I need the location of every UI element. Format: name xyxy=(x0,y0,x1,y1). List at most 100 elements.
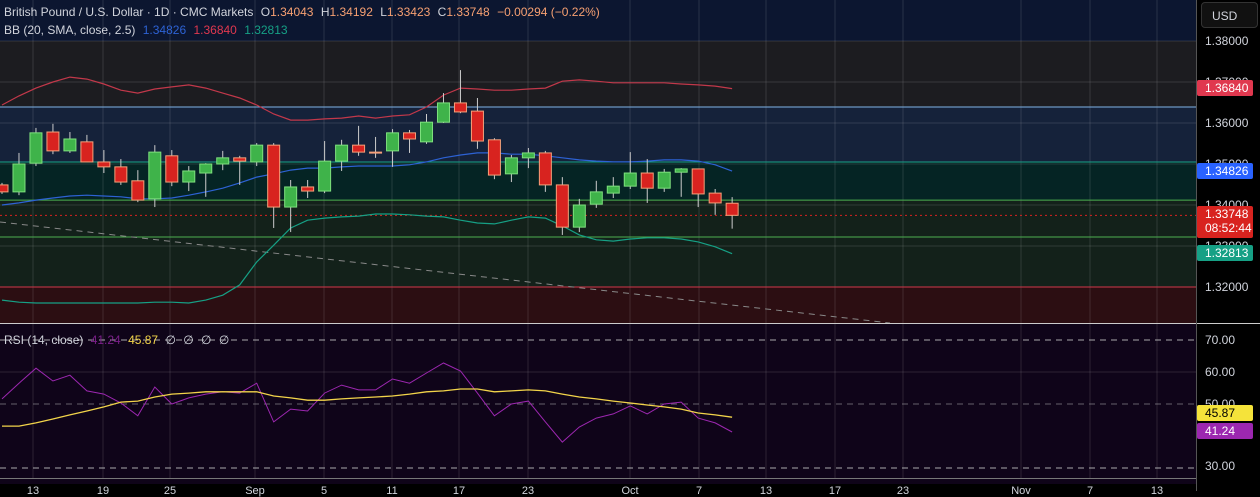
candle-body xyxy=(572,204,586,228)
time-label: Nov xyxy=(1011,485,1031,497)
price-chart[interactable] xyxy=(0,0,1196,491)
rsi-value: 41.24 xyxy=(90,333,121,347)
candle-body xyxy=(386,132,400,152)
candle-body xyxy=(131,180,145,201)
candle-body xyxy=(148,151,162,200)
rsi-ma-badge: 45.87 xyxy=(1197,405,1253,421)
candle-body xyxy=(97,161,111,168)
bar-countdown: 08:52:44 xyxy=(1205,221,1252,235)
candle-body xyxy=(436,102,450,123)
time-label: 17 xyxy=(828,485,842,497)
close-value: 1.33748 xyxy=(446,5,490,19)
time-label: 11 xyxy=(386,485,398,497)
candle-body xyxy=(165,155,179,183)
candle-body xyxy=(318,160,332,192)
candle-body xyxy=(63,138,77,152)
time-label: 13 xyxy=(759,485,773,497)
zone-bg xyxy=(0,41,1196,108)
candle-body xyxy=(725,202,739,216)
rsi-na-2: ∅ xyxy=(183,333,194,347)
candle-body xyxy=(521,152,535,159)
bb-legend[interactable]: BB (20, SMA, close, 2.5) 1.34826 1.36840… xyxy=(4,23,292,37)
rsi-na-3: ∅ xyxy=(201,333,212,347)
price-tick: 1.38000 xyxy=(1205,34,1249,48)
price-axis[interactable]: USD 1.38000 1.37000 1.36000 1.35000 1.34… xyxy=(1196,0,1260,491)
zone-bg xyxy=(0,287,1196,323)
rsi-na-1: ∅ xyxy=(165,333,176,347)
bb-basis-value: 1.34826 xyxy=(142,23,187,37)
candle-body xyxy=(267,144,281,208)
candle-body xyxy=(250,144,264,163)
price-tick: 1.36000 xyxy=(1205,116,1249,130)
candle-body xyxy=(46,131,60,152)
candle-body xyxy=(199,163,213,174)
bb-label: BB (20, SMA, close, 2.5) xyxy=(4,23,136,37)
time-label: 5 xyxy=(320,485,328,497)
low-label: L xyxy=(380,5,387,19)
zone-bg xyxy=(0,200,1196,287)
candle-body xyxy=(114,166,128,183)
candle-body xyxy=(538,152,552,186)
upper-band-badge: 1.36840 xyxy=(1197,80,1253,96)
candle-body xyxy=(352,144,366,153)
time-label: 17 xyxy=(452,485,466,497)
rsi-label: RSI (14, close) xyxy=(4,333,84,347)
candle-body xyxy=(233,157,247,162)
rsi-badge: 41.24 xyxy=(1197,423,1253,439)
zone-bg xyxy=(0,107,1196,162)
price-tick: 1.32000 xyxy=(1205,280,1249,294)
candle-body xyxy=(555,184,569,228)
last-price: 1.33748 xyxy=(1205,207,1249,221)
bb-upper-value: 1.36840 xyxy=(193,23,237,37)
rsi-tick: 60.00 xyxy=(1205,365,1236,379)
candle-body xyxy=(182,170,196,183)
candle-body xyxy=(453,102,467,113)
rsi-tick: 70.00 xyxy=(1205,333,1236,347)
time-label: 19 xyxy=(96,485,110,497)
candle-body xyxy=(623,172,637,187)
candle-body xyxy=(301,186,315,192)
candle-body xyxy=(403,132,417,140)
rsi-tick: 30.00 xyxy=(1205,459,1236,473)
candle-body xyxy=(640,172,654,189)
candle-body xyxy=(369,151,383,154)
open-value: 1.34043 xyxy=(270,5,314,19)
candle-body xyxy=(657,171,671,189)
candle-body xyxy=(708,192,722,204)
time-label: 13 xyxy=(26,485,40,497)
rsi-legend[interactable]: RSI (14, close) 41.24 45.87 ∅ ∅ ∅ ∅ xyxy=(4,333,233,347)
time-label: 25 xyxy=(163,485,177,497)
candle-body xyxy=(420,121,433,143)
candle-body xyxy=(691,168,705,195)
time-label: 23 xyxy=(896,485,910,497)
candle-body xyxy=(589,191,603,205)
currency-button[interactable]: USD xyxy=(1201,2,1258,28)
lower-band-badge: 1.32813 xyxy=(1197,245,1253,261)
candle-body xyxy=(80,141,94,163)
time-label: 23 xyxy=(521,485,535,497)
candle-body xyxy=(335,144,349,162)
last-price-badge: 1.33748 08:52:44 xyxy=(1197,206,1253,238)
rsi-na-4: ∅ xyxy=(218,333,230,347)
candle-body xyxy=(12,163,26,193)
open-label: O xyxy=(260,5,271,19)
rsi-ma-value: 45.87 xyxy=(128,333,159,347)
symbol-legend: British Pound / U.S. Dollar · 1D · CMC M… xyxy=(4,5,604,19)
time-label: 7 xyxy=(695,485,703,497)
candle-body xyxy=(216,157,230,165)
time-label: 7 xyxy=(1086,485,1094,497)
high-label: H xyxy=(320,5,330,19)
candle-body xyxy=(0,184,9,193)
basis-badge: 1.34826 xyxy=(1197,163,1253,179)
candle-body xyxy=(606,185,620,194)
high-value: 1.34192 xyxy=(329,5,373,19)
candle-body xyxy=(470,110,484,142)
bb-lower-value: 1.32813 xyxy=(244,23,288,37)
candle-body xyxy=(487,139,501,176)
time-label: Oct xyxy=(621,485,639,497)
symbol-title: British Pound / U.S. Dollar · 1D · CMC M… xyxy=(4,5,254,19)
time-label: Sep xyxy=(245,485,265,497)
candle-body xyxy=(284,186,298,208)
change-value: −0.00294 (−0.22%) xyxy=(497,5,600,19)
candle-body xyxy=(29,132,43,164)
